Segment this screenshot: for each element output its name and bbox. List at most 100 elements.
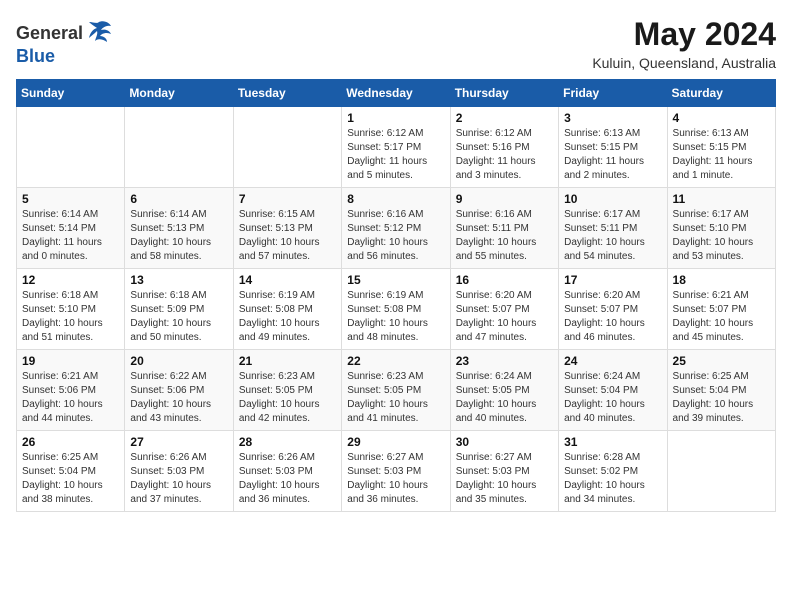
day-number: 17 (564, 273, 661, 287)
day-info: Sunrise: 6:27 AM Sunset: 5:03 PM Dayligh… (456, 451, 553, 507)
calendar-day-cell (17, 107, 125, 188)
day-number: 28 (239, 435, 336, 449)
day-number: 26 (22, 435, 119, 449)
day-number: 14 (239, 273, 336, 287)
calendar-day-cell: 3 Sunrise: 6:13 AM Sunset: 5:15 PM Daylig… (559, 107, 667, 188)
calendar-week-row: 5 Sunrise: 6:14 AM Sunset: 5:14 PM Daylig… (17, 188, 776, 269)
calendar-day-cell: 21 Sunrise: 6:23 AM Sunset: 5:05 PM Dayli… (233, 350, 341, 431)
location-subtitle: Kuluin, Queensland, Australia (592, 55, 776, 71)
day-info: Sunrise: 6:28 AM Sunset: 5:02 PM Dayligh… (564, 451, 661, 507)
day-number: 4 (673, 111, 770, 125)
calendar-day-cell: 17 Sunrise: 6:20 AM Sunset: 5:07 PM Dayli… (559, 269, 667, 350)
calendar-day-cell: 2 Sunrise: 6:12 AM Sunset: 5:16 PM Daylig… (450, 107, 558, 188)
day-info: Sunrise: 6:19 AM Sunset: 5:08 PM Dayligh… (347, 289, 444, 345)
calendar-day-cell: 19 Sunrise: 6:21 AM Sunset: 5:06 PM Dayli… (17, 350, 125, 431)
day-number: 7 (239, 192, 336, 206)
day-number: 25 (673, 354, 770, 368)
day-info: Sunrise: 6:26 AM Sunset: 5:03 PM Dayligh… (239, 451, 336, 507)
day-number: 21 (239, 354, 336, 368)
day-of-week-header: Monday (125, 80, 233, 107)
day-info: Sunrise: 6:18 AM Sunset: 5:10 PM Dayligh… (22, 289, 119, 345)
calendar-day-cell: 29Sunrise: 6:27 AM Sunset: 5:03 PM Dayli… (342, 431, 450, 512)
calendar-day-cell: 18 Sunrise: 6:21 AM Sunset: 5:07 PM Dayli… (667, 269, 775, 350)
day-info: Sunrise: 6:21 AM Sunset: 5:06 PM Dayligh… (22, 370, 119, 426)
calendar-day-cell: 6 Sunrise: 6:14 AM Sunset: 5:13 PM Daylig… (125, 188, 233, 269)
day-number: 10 (564, 192, 661, 206)
day-number: 24 (564, 354, 661, 368)
day-info: Sunrise: 6:14 AM Sunset: 5:13 PM Dayligh… (130, 208, 227, 264)
day-info: Sunrise: 6:14 AM Sunset: 5:14 PM Dayligh… (22, 208, 119, 264)
day-number: 30 (456, 435, 553, 449)
calendar-day-cell: 28 Sunrise: 6:26 AM Sunset: 5:03 PM Dayli… (233, 431, 341, 512)
calendar-day-cell: 11 Sunrise: 6:17 AM Sunset: 5:10 PM Dayli… (667, 188, 775, 269)
day-number: 16 (456, 273, 553, 287)
calendar-day-cell: 20 Sunrise: 6:22 AM Sunset: 5:06 PM Dayli… (125, 350, 233, 431)
calendar-day-cell: 8Sunrise: 6:16 AM Sunset: 5:12 PM Daylig… (342, 188, 450, 269)
calendar-week-row: 19 Sunrise: 6:21 AM Sunset: 5:06 PM Dayli… (17, 350, 776, 431)
day-number: 15 (347, 273, 444, 287)
day-number: 18 (673, 273, 770, 287)
day-info: Sunrise: 6:17 AM Sunset: 5:10 PM Dayligh… (673, 208, 770, 264)
calendar-table: SundayMondayTuesdayWednesdayThursdayFrid… (16, 79, 776, 512)
logo-bird-icon (85, 16, 113, 50)
day-info: Sunrise: 6:13 AM Sunset: 5:15 PM Dayligh… (673, 127, 770, 183)
title-area: May 2024 Kuluin, Queensland, Australia (592, 16, 776, 71)
calendar-day-cell: 12Sunrise: 6:18 AM Sunset: 5:10 PM Dayli… (17, 269, 125, 350)
day-number: 1 (347, 111, 444, 125)
day-number: 29 (347, 435, 444, 449)
day-number: 8 (347, 192, 444, 206)
calendar-header-row: SundayMondayTuesdayWednesdayThursdayFrid… (17, 80, 776, 107)
day-number: 23 (456, 354, 553, 368)
calendar-day-cell (233, 107, 341, 188)
calendar-day-cell: 14 Sunrise: 6:19 AM Sunset: 5:08 PM Dayli… (233, 269, 341, 350)
page-header: General Blue May 2024 Kuluin, Queensland… (16, 16, 776, 71)
day-of-week-header: Thursday (450, 80, 558, 107)
day-number: 31 (564, 435, 661, 449)
day-info: Sunrise: 6:23 AM Sunset: 5:05 PM Dayligh… (239, 370, 336, 426)
day-number: 19 (22, 354, 119, 368)
day-number: 2 (456, 111, 553, 125)
day-info: Sunrise: 6:19 AM Sunset: 5:08 PM Dayligh… (239, 289, 336, 345)
day-info: Sunrise: 6:12 AM Sunset: 5:17 PM Dayligh… (347, 127, 444, 183)
calendar-week-row: 1 Sunrise: 6:12 AM Sunset: 5:17 PM Daylig… (17, 107, 776, 188)
calendar-week-row: 26 Sunrise: 6:25 AM Sunset: 5:04 PM Dayli… (17, 431, 776, 512)
calendar-day-cell: 4 Sunrise: 6:13 AM Sunset: 5:15 PM Daylig… (667, 107, 775, 188)
calendar-day-cell: 24 Sunrise: 6:24 AM Sunset: 5:04 PM Dayli… (559, 350, 667, 431)
calendar-day-cell (667, 431, 775, 512)
calendar-day-cell: 23 Sunrise: 6:24 AM Sunset: 5:05 PM Dayli… (450, 350, 558, 431)
day-number: 3 (564, 111, 661, 125)
calendar-day-cell: 9 Sunrise: 6:16 AM Sunset: 5:11 PM Daylig… (450, 188, 558, 269)
day-info: Sunrise: 6:16 AM Sunset: 5:11 PM Dayligh… (456, 208, 553, 264)
day-info: Sunrise: 6:25 AM Sunset: 5:04 PM Dayligh… (673, 370, 770, 426)
calendar-day-cell: 22Sunrise: 6:23 AM Sunset: 5:05 PM Dayli… (342, 350, 450, 431)
day-info: Sunrise: 6:13 AM Sunset: 5:15 PM Dayligh… (564, 127, 661, 183)
day-info: Sunrise: 6:20 AM Sunset: 5:07 PM Dayligh… (564, 289, 661, 345)
calendar-day-cell: 31 Sunrise: 6:28 AM Sunset: 5:02 PM Dayli… (559, 431, 667, 512)
day-info: Sunrise: 6:26 AM Sunset: 5:03 PM Dayligh… (130, 451, 227, 507)
day-info: Sunrise: 6:24 AM Sunset: 5:04 PM Dayligh… (564, 370, 661, 426)
day-number: 13 (130, 273, 227, 287)
day-info: Sunrise: 6:25 AM Sunset: 5:04 PM Dayligh… (22, 451, 119, 507)
day-number: 11 (673, 192, 770, 206)
calendar-day-cell (125, 107, 233, 188)
day-info: Sunrise: 6:21 AM Sunset: 5:07 PM Dayligh… (673, 289, 770, 345)
day-of-week-header: Saturday (667, 80, 775, 107)
calendar-day-cell: 5 Sunrise: 6:14 AM Sunset: 5:14 PM Daylig… (17, 188, 125, 269)
day-number: 9 (456, 192, 553, 206)
day-info: Sunrise: 6:17 AM Sunset: 5:11 PM Dayligh… (564, 208, 661, 264)
logo: General Blue (16, 16, 113, 67)
calendar-week-row: 12Sunrise: 6:18 AM Sunset: 5:10 PM Dayli… (17, 269, 776, 350)
day-info: Sunrise: 6:20 AM Sunset: 5:07 PM Dayligh… (456, 289, 553, 345)
day-number: 20 (130, 354, 227, 368)
day-number: 6 (130, 192, 227, 206)
day-info: Sunrise: 6:23 AM Sunset: 5:05 PM Dayligh… (347, 370, 444, 426)
calendar-day-cell: 26 Sunrise: 6:25 AM Sunset: 5:04 PM Dayli… (17, 431, 125, 512)
day-number: 5 (22, 192, 119, 206)
day-info: Sunrise: 6:12 AM Sunset: 5:16 PM Dayligh… (456, 127, 553, 183)
day-info: Sunrise: 6:24 AM Sunset: 5:05 PM Dayligh… (456, 370, 553, 426)
calendar-day-cell: 27Sunrise: 6:26 AM Sunset: 5:03 PM Dayli… (125, 431, 233, 512)
day-of-week-header: Wednesday (342, 80, 450, 107)
day-info: Sunrise: 6:18 AM Sunset: 5:09 PM Dayligh… (130, 289, 227, 345)
day-info: Sunrise: 6:22 AM Sunset: 5:06 PM Dayligh… (130, 370, 227, 426)
calendar-day-cell: 7Sunrise: 6:15 AM Sunset: 5:13 PM Daylig… (233, 188, 341, 269)
